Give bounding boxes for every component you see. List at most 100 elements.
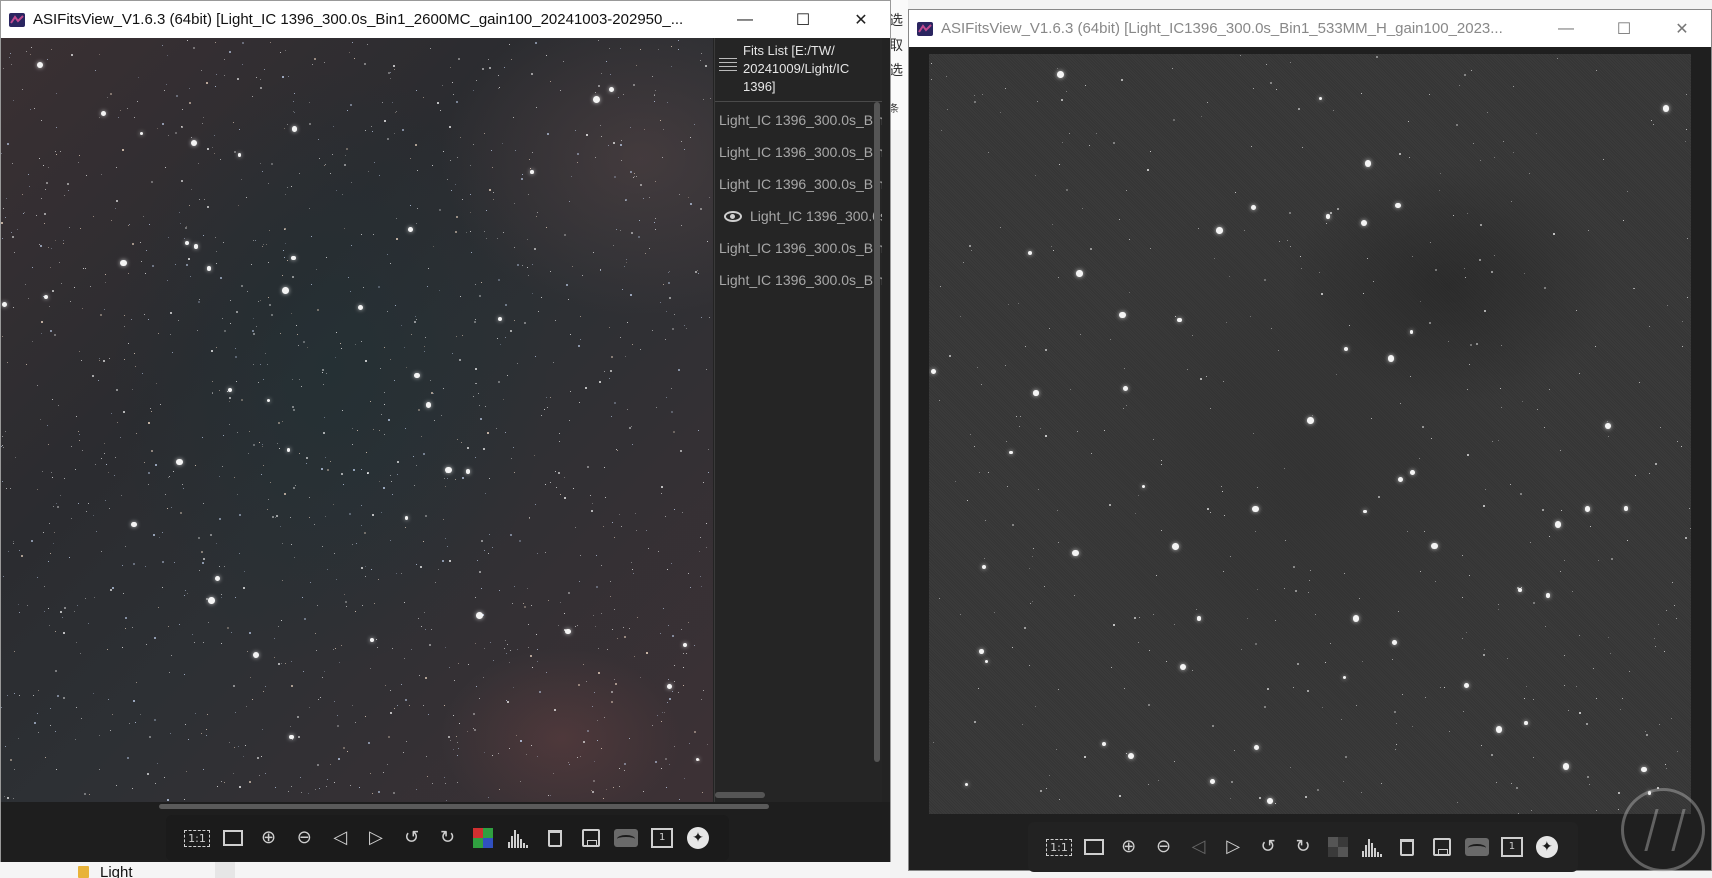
titlebar[interactable]: ASIFitsView_V1.6.3 (64bit) [Light_IC 139… bbox=[1, 1, 890, 38]
menu-icon[interactable] bbox=[719, 58, 737, 101]
star bbox=[84, 597, 86, 599]
star bbox=[309, 123, 312, 126]
fits-list-scrollbar[interactable] bbox=[874, 102, 880, 762]
fits-viewer-window-mono[interactable]: ASIFitsView_V1.6.3 (64bit) [Light_IC1396… bbox=[908, 9, 1712, 872]
star bbox=[664, 758, 667, 761]
next-button[interactable]: ▷ bbox=[1220, 834, 1246, 860]
star bbox=[350, 103, 353, 106]
folder-label[interactable]: Light bbox=[100, 864, 133, 878]
fit-window-button[interactable] bbox=[220, 825, 246, 851]
image-info-button[interactable] bbox=[613, 825, 639, 851]
minimize-button[interactable]: — bbox=[716, 1, 774, 38]
star bbox=[44, 223, 46, 225]
star bbox=[624, 200, 626, 202]
compare-button[interactable]: 1 bbox=[649, 825, 675, 851]
star bbox=[270, 41, 272, 43]
star bbox=[1, 237, 3, 239]
star bbox=[1605, 423, 1611, 429]
compare-button[interactable]: 1 bbox=[1499, 834, 1525, 860]
maximize-button[interactable]: ☐ bbox=[774, 1, 832, 38]
star bbox=[367, 472, 370, 475]
star bbox=[99, 53, 101, 55]
fits-list-item[interactable]: Light_IC 1396_300.0s_Bin bbox=[715, 232, 882, 264]
previous-button[interactable]: ◁ bbox=[1185, 834, 1211, 860]
zoom-out-button[interactable]: ⊖ bbox=[1151, 834, 1177, 860]
debayer-button[interactable] bbox=[470, 825, 496, 851]
star bbox=[1518, 812, 1520, 814]
actual-size-button[interactable]: 1:1 bbox=[184, 825, 210, 851]
star bbox=[510, 330, 513, 333]
close-button[interactable]: ✕ bbox=[832, 1, 890, 38]
star bbox=[13, 252, 15, 254]
star bbox=[557, 472, 560, 475]
rotate-right-button[interactable]: ↻ bbox=[1290, 834, 1316, 860]
save-button[interactable] bbox=[1429, 834, 1455, 860]
plate-solve-button[interactable]: ✦ bbox=[685, 825, 711, 851]
star bbox=[316, 650, 318, 652]
rotate-left-button[interactable]: ↺ bbox=[399, 825, 425, 851]
image-info-button[interactable] bbox=[1464, 834, 1490, 860]
fits-list-item-active[interactable]: Light_IC 1396_300.0s bbox=[715, 200, 882, 232]
delete-button[interactable] bbox=[1394, 834, 1420, 860]
delete-button[interactable] bbox=[542, 825, 568, 851]
star bbox=[49, 329, 52, 332]
star bbox=[1564, 684, 1566, 686]
star bbox=[131, 521, 137, 527]
fits-list-item[interactable]: Light_IC 1396_300.0s_Bin bbox=[715, 264, 882, 296]
next-button[interactable]: ▷ bbox=[363, 825, 389, 851]
star bbox=[397, 460, 400, 463]
star bbox=[475, 686, 477, 688]
star bbox=[414, 316, 416, 318]
star bbox=[287, 123, 289, 125]
actual-size-button[interactable]: 1:1 bbox=[1046, 834, 1072, 860]
star bbox=[1266, 687, 1269, 690]
previous-button[interactable]: ◁ bbox=[327, 825, 353, 851]
fits-viewer-window-color[interactable]: ASIFitsView_V1.6.3 (64bit) [Light_IC 139… bbox=[0, 0, 891, 862]
star bbox=[558, 624, 560, 626]
star bbox=[1626, 191, 1628, 193]
fits-list-item[interactable]: Light_IC 1396_300.0s_Bin bbox=[715, 136, 882, 168]
image-horizontal-scrollbar[interactable] bbox=[159, 804, 769, 809]
star bbox=[452, 93, 454, 95]
maximize-button[interactable]: ☐ bbox=[1595, 10, 1653, 47]
fits-list-item[interactable]: Light_IC 1396_300.0s_Bin bbox=[715, 168, 882, 200]
star bbox=[707, 743, 709, 745]
star bbox=[167, 236, 169, 238]
fits-list-hscrollbar[interactable] bbox=[715, 792, 765, 798]
star bbox=[26, 604, 28, 606]
star bbox=[277, 442, 279, 444]
minimize-button[interactable]: — bbox=[1537, 10, 1595, 47]
auto-stretch-button[interactable] bbox=[1360, 834, 1386, 860]
plate-solve-button[interactable]: ✦ bbox=[1534, 834, 1560, 860]
star bbox=[76, 642, 78, 644]
star bbox=[211, 147, 213, 149]
zoom-out-button[interactable]: ⊖ bbox=[291, 825, 317, 851]
save-button[interactable] bbox=[578, 825, 604, 851]
auto-stretch-button[interactable] bbox=[506, 825, 532, 851]
rotate-right-button[interactable]: ↻ bbox=[434, 825, 460, 851]
star bbox=[656, 406, 658, 408]
rotate-left-button[interactable]: ↺ bbox=[1255, 834, 1281, 860]
zoom-in-button[interactable]: ⊕ bbox=[1116, 834, 1142, 860]
star bbox=[128, 223, 130, 225]
eye-icon bbox=[724, 210, 742, 222]
star bbox=[538, 690, 541, 693]
astro-image-color[interactable] bbox=[1, 38, 713, 802]
fits-list-item[interactable]: Light_IC 1396_300.0s_Bin bbox=[715, 104, 882, 136]
debayer-button[interactable] bbox=[1325, 834, 1351, 860]
astro-image-mono[interactable] bbox=[929, 54, 1691, 814]
star bbox=[46, 182, 49, 185]
star bbox=[284, 663, 286, 665]
zoom-in-button[interactable]: ⊕ bbox=[256, 825, 282, 851]
star bbox=[478, 570, 481, 573]
star bbox=[98, 734, 100, 736]
star bbox=[1479, 223, 1482, 226]
star bbox=[960, 315, 962, 317]
star bbox=[41, 470, 43, 472]
titlebar[interactable]: ASIFitsView_V1.6.3 (64bit) [Light_IC1396… bbox=[909, 10, 1711, 47]
star bbox=[370, 401, 372, 403]
close-button[interactable]: ✕ bbox=[1653, 10, 1711, 47]
fit-window-button[interactable] bbox=[1081, 834, 1107, 860]
star bbox=[387, 311, 389, 313]
star bbox=[679, 799, 681, 801]
